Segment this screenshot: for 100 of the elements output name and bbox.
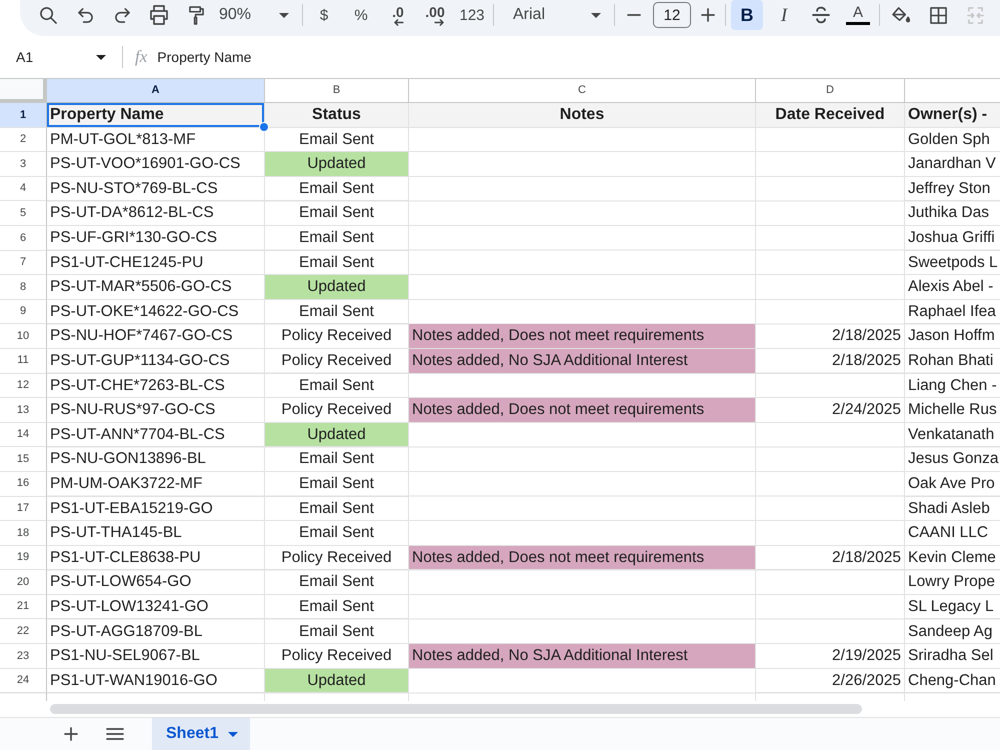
column-header[interactable]: A (47, 79, 265, 103)
table-cell: Updated (265, 275, 409, 300)
table-cell: PS-UT-AGG18709-BL (47, 619, 265, 644)
table-cell: Email Sent (265, 176, 409, 202)
table-cell: PS1-UT-CLE8638-PU (47, 546, 265, 570)
table-cell: PS-UT-GUP*1134-GO-CS (47, 348, 265, 374)
table-cell: PS-NU-HOF*7467-GO-CS (47, 324, 265, 349)
number-format-button[interactable]: $ (308, 0, 340, 30)
undo-icon (78, 8, 92, 22)
table-cell: 2/26/2025 (756, 668, 905, 694)
selection-handle[interactable] (259, 122, 269, 132)
table-cell: PS-UT-CHE*7263-BL-CS (47, 374, 265, 398)
table-cell: CAANI LLC (905, 521, 1000, 546)
table-cell: PS1-UT-WAN19016-GO (47, 668, 265, 694)
table-cell: Email Sent (265, 570, 409, 595)
row-number[interactable]: 1 (0, 103, 47, 128)
grid-icon (930, 6, 946, 24)
italic-button[interactable]: I (768, 0, 800, 30)
table-cell: PS-UT-ANN*7704-BL-CS (47, 422, 265, 448)
table-cell: PS-UT-LOW654-GO (47, 570, 265, 595)
table-cell: Jeffrey Ston (905, 176, 1000, 202)
text-color-button[interactable]: A (842, 0, 874, 30)
table-cell: Juthika Das (905, 201, 1000, 226)
table-cell: PM-UM-OAK3722-MF (47, 472, 265, 496)
table-cell: Notes added, Does not meet requirements (409, 546, 756, 570)
plus-icon (701, 8, 715, 22)
bold-button[interactable]: B (731, 0, 763, 30)
table-cell: Updated (265, 152, 409, 177)
column-header[interactable]: B (265, 79, 409, 103)
table-cell: Updated (265, 422, 409, 448)
table-cell: Sriradha Sel (905, 644, 1000, 669)
number-format-button[interactable]: 123 (456, 0, 488, 30)
table-cell: Email Sent (265, 496, 409, 522)
table-cell: PS-NU-STO*769-BL-CS (47, 176, 265, 202)
merge-icon (966, 6, 984, 24)
row-number[interactable]: 17 (0, 496, 47, 522)
row-number[interactable]: 19 (0, 546, 47, 570)
table-cell: PS-UT-VOO*16901-GO-CS (47, 152, 265, 177)
table-cell: Updated (265, 668, 409, 694)
table-cell: Alexis Abel - (905, 275, 1000, 300)
arrow-right-icon (434, 18, 445, 26)
minus-icon (627, 14, 641, 16)
color-swatch-icon (846, 22, 870, 25)
table-cell: Email Sent (265, 594, 409, 620)
table-cell: Shadi Asleb (905, 496, 1000, 522)
table-cell: PS-NU-RUS*97-GO-CS (47, 398, 265, 423)
table-cell: PS-UT-THA145-BL (47, 521, 265, 546)
header-cell: Notes (409, 103, 756, 128)
table-cell: Michelle Rus (905, 398, 1000, 423)
font-size-field[interactable]: 12 (653, 2, 691, 28)
column-header[interactable]: C (409, 79, 756, 103)
search-icon (40, 6, 56, 24)
decrease-decimal-button[interactable]: .0 (382, 0, 414, 30)
table-cell: Email Sent (265, 201, 409, 226)
table-cell: 2/24/2025 (756, 398, 905, 423)
scrollbar-thumb[interactable] (50, 704, 862, 714)
table-cell: PS-UT-MAR*5506-GO-CS (47, 275, 265, 300)
strikethrough-icon (812, 6, 830, 24)
table-cell: Notes added, No SJA Additional Interest (409, 348, 756, 374)
font-dropdown[interactable]: Arial (499, 0, 609, 30)
sheet-tab[interactable]: Sheet1 (152, 718, 250, 750)
table-cell: PS1-NU-SEL9067-BL (47, 644, 265, 669)
row-number[interactable]: 24 (0, 668, 47, 694)
function-label: fx (135, 46, 148, 68)
table-cell: Email Sent (265, 619, 409, 644)
table-cell: SL Legacy L (905, 594, 1000, 620)
header-cell: Status (265, 103, 409, 128)
name-box[interactable]: A1 (8, 46, 112, 68)
table-cell: Liang Chen - (905, 374, 1000, 398)
table-cell: PM-UT-GOL*813-MF (47, 128, 265, 152)
row-number[interactable]: 2 (0, 128, 47, 152)
table-cell: Joshua Griffi (905, 226, 1000, 251)
table-cell: Email Sent (265, 374, 409, 398)
arrow-left-icon (392, 18, 404, 26)
caret-icon (279, 12, 289, 18)
caret-icon (96, 54, 106, 60)
increase-decimal-button[interactable]: .00 (419, 0, 451, 30)
table-cell: 2/19/2025 (756, 644, 905, 669)
printer-icon (150, 5, 168, 25)
table-cell: PS-UT-LOW13241-GO (47, 594, 265, 620)
table-cell: Raphael Ifea (905, 300, 1000, 324)
caret-icon (591, 12, 601, 18)
zoom-dropdown[interactable]: 90% (217, 0, 297, 30)
table-cell: Janardhan V (905, 152, 1000, 177)
table-cell: Rohan Bhati (905, 348, 1000, 374)
header-cell: Owner(s) - (905, 103, 1000, 128)
table-cell: Lowry Prope (905, 570, 1000, 595)
table-cell: Email Sent (265, 226, 409, 251)
table-cell: PS1-UT-CHE1245-PU (47, 250, 265, 276)
number-format-button[interactable]: % (345, 0, 377, 30)
table-cell: Notes added, Does not meet requirements (409, 324, 756, 349)
paint-roller-icon (188, 6, 204, 24)
row-number[interactable]: 12 (0, 374, 47, 398)
row-number[interactable]: 7 (0, 250, 47, 276)
table-cell: 2/18/2025 (756, 546, 905, 570)
row-number[interactable]: 14 (0, 422, 47, 448)
table-cell: Sandeep Ag (905, 619, 1000, 644)
column-header[interactable]: D (756, 79, 905, 103)
formula-field[interactable]: Property Name (157, 45, 1000, 69)
plus-icon (64, 727, 78, 742)
